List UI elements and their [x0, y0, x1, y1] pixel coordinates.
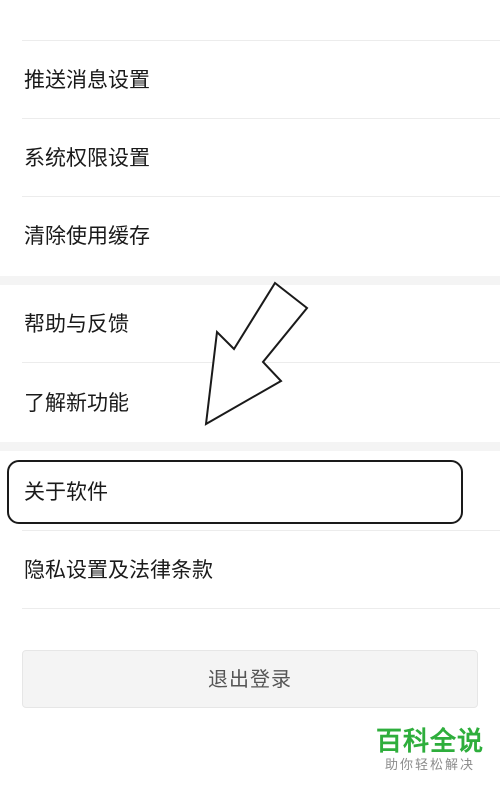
settings-item-system-permissions[interactable]: 系统权限设置	[0, 119, 500, 197]
settings-item-label: 帮助与反馈	[24, 312, 129, 336]
logout-button[interactable]: 退出登录	[22, 650, 478, 708]
settings-item-help-feedback[interactable]: 帮助与反馈	[0, 285, 500, 363]
settings-item-label: 清除使用缓存	[24, 224, 150, 248]
watermark-title: 百科全说	[375, 727, 484, 757]
settings-item-new-features[interactable]: 了解新功能	[0, 364, 500, 442]
watermark-subtitle: 助你轻松解决	[384, 758, 475, 773]
settings-item-push-notifications[interactable]: 推送消息设置	[0, 41, 500, 119]
settings-screen: 推送消息设置 系统权限设置 清除使用缓存 帮助与反馈 了解新功能 关于软件 隐私…	[0, 0, 500, 787]
section-separator	[0, 442, 500, 451]
row-divider	[22, 608, 500, 609]
settings-item-label: 推送消息设置	[24, 68, 150, 92]
settings-item-label: 关于软件	[24, 480, 108, 504]
settings-item-clear-cache[interactable]: 清除使用缓存	[0, 197, 500, 275]
row-divider	[22, 362, 500, 363]
settings-item-label: 隐私设置及法律条款	[24, 558, 213, 582]
watermark-logo: 百科全说 助你轻松解决	[374, 727, 486, 775]
settings-item-privacy-legal[interactable]: 隐私设置及法律条款	[0, 531, 500, 609]
settings-item-label: 了解新功能	[24, 391, 129, 415]
settings-item-about-software[interactable]: 关于软件	[0, 453, 500, 531]
settings-item-label: 系统权限设置	[24, 146, 150, 170]
section-separator	[0, 276, 500, 285]
